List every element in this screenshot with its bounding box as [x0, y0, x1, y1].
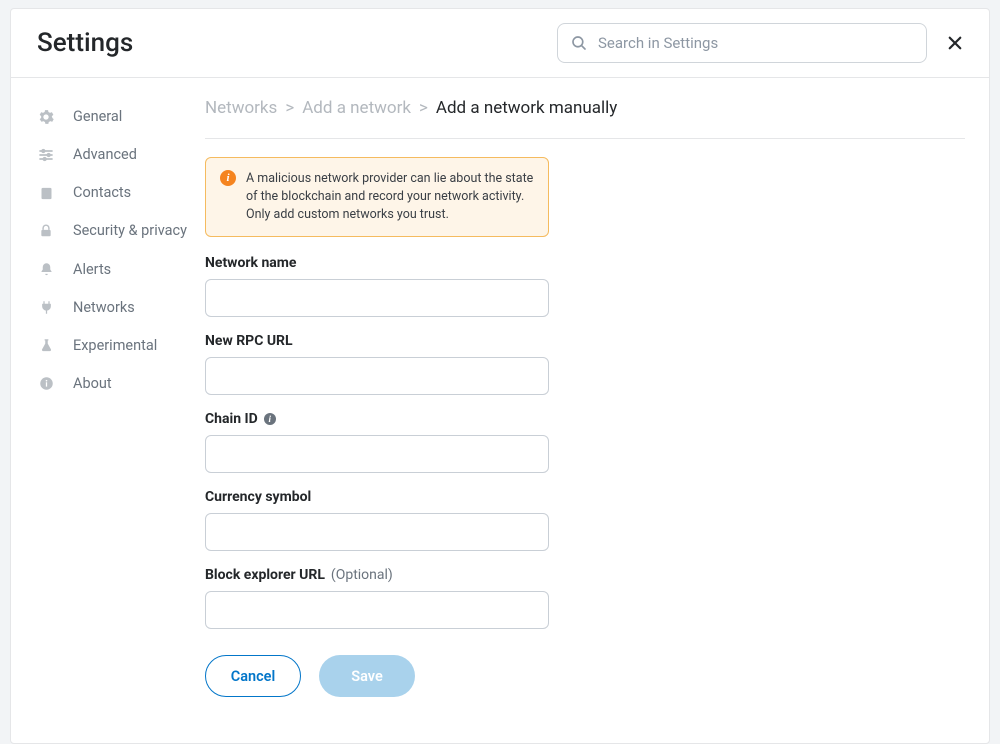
block-explorer-label: Block explorer URL (Optional)	[205, 567, 549, 583]
chain-id-label-text: Chain ID	[205, 411, 258, 427]
sidebar-item-about[interactable]: About	[37, 365, 201, 403]
sidebar-item-alerts[interactable]: Alerts	[37, 251, 201, 289]
search-input[interactable]	[588, 34, 914, 52]
page-title: Settings	[37, 28, 133, 58]
settings-sidebar: General Advanced Contacts Security & pri…	[11, 78, 201, 743]
settings-panel: Settings General Advanced	[10, 8, 990, 744]
close-icon	[946, 34, 964, 52]
optional-indicator: (Optional)	[331, 567, 393, 583]
chain-id-input[interactable]	[205, 435, 549, 473]
sidebar-item-general[interactable]: General	[37, 98, 201, 136]
sidebar-item-label: About	[73, 375, 112, 393]
form-actions: Cancel Save	[205, 655, 549, 697]
sidebar-item-label: Contacts	[73, 184, 131, 202]
breadcrumb-current: Add a network manually	[436, 98, 617, 118]
sidebar-item-label: Security & privacy	[73, 222, 187, 240]
breadcrumb: Networks > Add a network > Add a network…	[205, 98, 965, 118]
search-icon	[570, 34, 588, 52]
currency-symbol-input[interactable]	[205, 513, 549, 551]
gear-icon	[37, 108, 55, 126]
chain-id-info-icon[interactable]: i	[264, 413, 276, 425]
info-icon	[37, 375, 55, 393]
flask-icon	[37, 337, 55, 355]
sidebar-item-label: Experimental	[73, 337, 157, 355]
close-button[interactable]	[943, 31, 967, 55]
lock-icon	[37, 222, 55, 240]
sidebar-item-contacts[interactable]: Contacts	[37, 174, 201, 212]
cancel-button[interactable]: Cancel	[205, 655, 301, 697]
search-field-wrapper[interactable]	[557, 23, 927, 63]
rpc-url-input[interactable]	[205, 357, 549, 395]
breadcrumb-separator: >	[419, 98, 428, 118]
warning-info-icon: i	[220, 170, 236, 186]
bell-icon	[37, 261, 55, 279]
sidebar-item-advanced[interactable]: Advanced	[37, 136, 201, 174]
sidebar-item-security[interactable]: Security & privacy	[37, 212, 201, 250]
network-name-label: Network name	[205, 255, 549, 271]
sidebar-item-label: Advanced	[73, 146, 137, 164]
warning-text: A malicious network provider can lie abo…	[246, 170, 534, 224]
plug-icon	[37, 299, 55, 317]
network-name-input[interactable]	[205, 279, 549, 317]
breadcrumb-add-network[interactable]: Add a network	[302, 98, 411, 118]
sidebar-item-label: General	[73, 108, 122, 126]
sidebar-item-label: Networks	[73, 299, 135, 317]
currency-symbol-label: Currency symbol	[205, 489, 549, 505]
add-network-form: i A malicious network provider can lie a…	[205, 157, 549, 697]
breadcrumb-networks[interactable]: Networks	[205, 98, 277, 118]
contacts-icon	[37, 184, 55, 202]
divider	[205, 138, 965, 139]
block-explorer-label-text: Block explorer URL	[205, 567, 325, 583]
sidebar-item-label: Alerts	[73, 261, 111, 279]
rpc-url-label: New RPC URL	[205, 333, 549, 349]
sliders-icon	[37, 146, 55, 164]
settings-main: Networks > Add a network > Add a network…	[201, 78, 989, 743]
settings-header: Settings	[11, 9, 989, 78]
sidebar-item-networks[interactable]: Networks	[37, 289, 201, 327]
save-button: Save	[319, 655, 415, 697]
block-explorer-input[interactable]	[205, 591, 549, 629]
breadcrumb-separator: >	[285, 98, 294, 118]
warning-banner: i A malicious network provider can lie a…	[205, 157, 549, 237]
sidebar-item-experimental[interactable]: Experimental	[37, 327, 201, 365]
chain-id-label: Chain ID i	[205, 411, 549, 427]
